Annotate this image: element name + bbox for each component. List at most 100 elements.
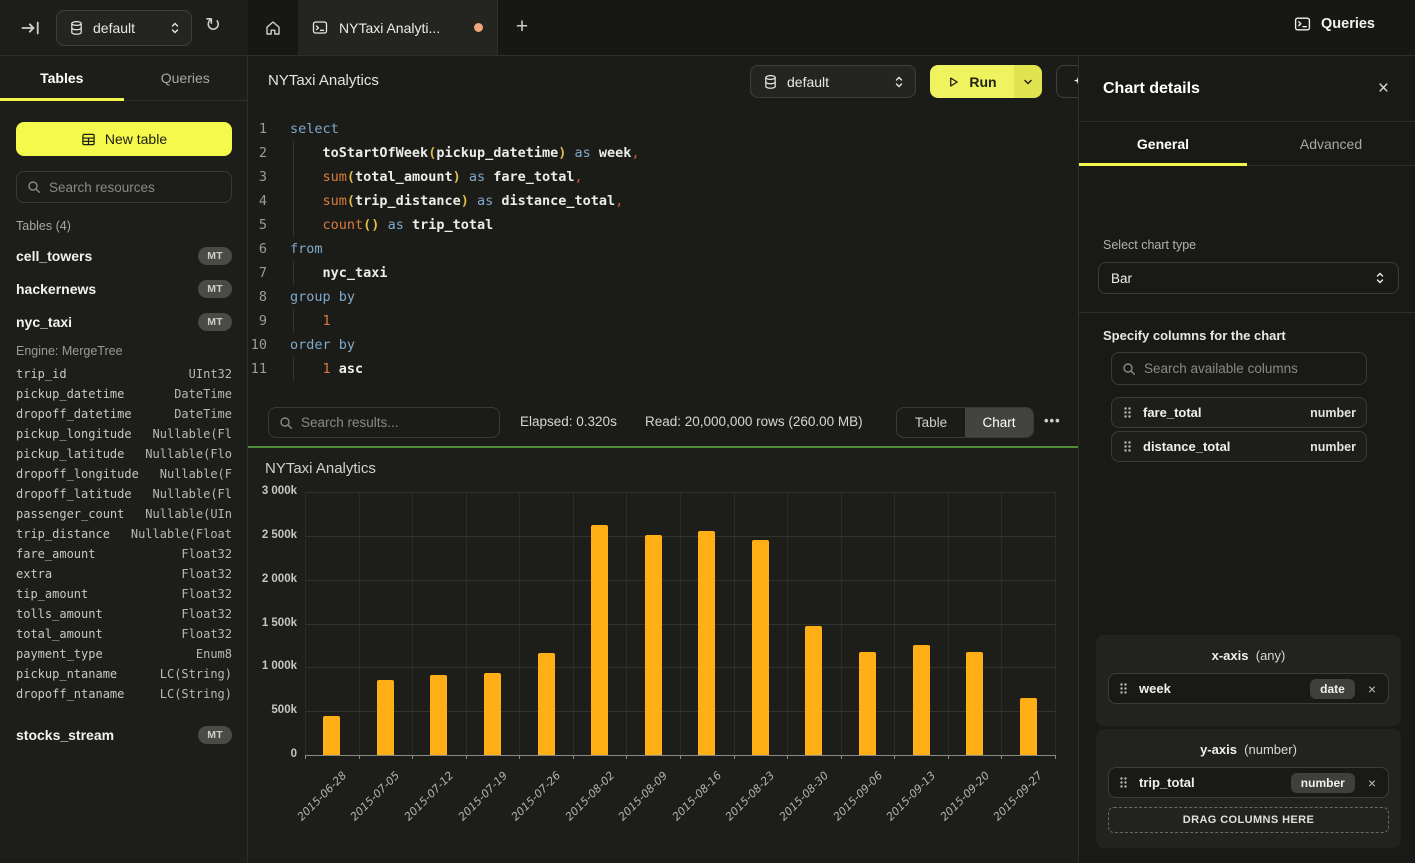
bar-2015-09-13[interactable]: [913, 645, 930, 756]
code-line-8[interactable]: 8group by: [248, 285, 1078, 309]
x-tick-label: 2015-09-20: [937, 769, 991, 823]
bar-2015-09-20[interactable]: [966, 652, 983, 755]
bar-2015-07-05[interactable]: [377, 680, 394, 755]
view-toggle-chart[interactable]: Chart: [965, 408, 1033, 437]
sidebar-search-input[interactable]: [49, 180, 226, 195]
sidebar: Tables Queries New table Tables (4) cell…: [0, 56, 248, 863]
bar-2015-06-28[interactable]: [323, 716, 340, 755]
close-icon[interactable]: ×: [1378, 78, 1389, 100]
new-table-button[interactable]: New table: [16, 122, 232, 156]
more-options-icon[interactable]: •••: [1044, 413, 1061, 428]
code-line-11[interactable]: 11 1 asc: [248, 357, 1078, 381]
code-line-2[interactable]: 2 toStartOfWeek(pickup_datetime) as week…: [248, 141, 1078, 165]
available-column-distance_total[interactable]: distance_totalnumber: [1111, 431, 1367, 462]
remove-icon[interactable]: ×: [1365, 775, 1379, 791]
x-axis-item-week[interactable]: weekdate×: [1108, 673, 1389, 704]
search-icon: [1122, 362, 1136, 376]
code-line-9[interactable]: 9 1: [248, 309, 1078, 333]
column-extra: extraFloat32: [0, 564, 248, 584]
bar-2015-09-27[interactable]: [1020, 698, 1037, 755]
topbar-database-selector[interactable]: default: [56, 10, 192, 46]
sql-editor[interactable]: 1select2 toStartOfWeek(pickup_datetime) …: [248, 106, 1078, 400]
x-tick-label: 2015-07-12: [402, 769, 456, 823]
chart-type-label: Select chart type: [1103, 238, 1196, 252]
x-axis-label: x-axis (any): [1108, 648, 1389, 663]
column-payment_type: payment_typeEnum8: [0, 644, 248, 664]
code-line-1[interactable]: 1select: [248, 117, 1078, 141]
available-columns-list: fare_totalnumberdistance_totalnumber: [1111, 397, 1367, 465]
table-icon: [81, 132, 96, 147]
code-line-3[interactable]: 3 sum(total_amount) as fare_total,: [248, 165, 1078, 189]
results-search[interactable]: [268, 407, 500, 438]
y-axis-box: y-axis (number) trip_totalnumber× DRAG C…: [1096, 729, 1401, 848]
view-toggle-table[interactable]: Table: [897, 408, 965, 437]
engine-badge: MT: [198, 313, 232, 331]
sidebar-tab-tables[interactable]: Tables: [0, 56, 124, 100]
drag-handle-icon[interactable]: [1118, 776, 1129, 789]
table-item-cell_towers[interactable]: cell_towersMT: [0, 239, 248, 272]
bar-2015-08-09[interactable]: [645, 535, 662, 755]
rows-read-stat: Read: 20,000,000 rows (260.00 MB): [645, 414, 863, 429]
details-tabs: General Advanced: [1079, 122, 1415, 166]
refresh-icon[interactable]: ↻: [205, 14, 221, 36]
y-tick-label: 2 000k: [243, 573, 297, 585]
table-item-hackernews[interactable]: hackernewsMT: [0, 272, 248, 305]
bar-2015-07-26[interactable]: [538, 653, 555, 755]
home-button[interactable]: [248, 0, 298, 55]
run-label: Run: [969, 74, 996, 90]
type-badge: number: [1291, 773, 1355, 793]
bar-2015-08-30[interactable]: [805, 626, 822, 755]
drag-handle-icon[interactable]: [1122, 440, 1133, 453]
bar-2015-08-16[interactable]: [698, 531, 715, 755]
run-button[interactable]: Run: [930, 65, 1042, 98]
tab-general[interactable]: General: [1079, 122, 1247, 165]
run-options-caret[interactable]: [1014, 65, 1042, 98]
column-dropoff_latitude: dropoff_latitudeNullable(Fl: [0, 484, 248, 504]
type-badge: date: [1310, 679, 1355, 699]
editor-database-selector[interactable]: default: [750, 65, 916, 98]
y-tick-label: 1 500k: [243, 617, 297, 629]
available-column-fare_total[interactable]: fare_totalnumber: [1111, 397, 1367, 428]
collapse-sidebar-icon[interactable]: [20, 17, 44, 39]
column-tip_amount: tip_amountFloat32: [0, 584, 248, 604]
queries-button[interactable]: Queries: [1294, 16, 1375, 32]
drag-handle-icon[interactable]: [1122, 406, 1133, 419]
sidebar-search[interactable]: [16, 171, 232, 203]
columns-search-input[interactable]: [1144, 361, 1356, 376]
column-pickup_datetime: pickup_datetimeDateTime: [0, 384, 248, 404]
results-search-input[interactable]: [301, 415, 489, 430]
tab-advanced[interactable]: Advanced: [1247, 122, 1415, 165]
code-line-10[interactable]: 10order by: [248, 333, 1078, 357]
bar-2015-08-02[interactable]: [591, 525, 608, 755]
bar-2015-07-12[interactable]: [430, 675, 447, 755]
queries-icon: [1294, 16, 1311, 32]
y-axis-item-trip_total[interactable]: trip_totalnumber×: [1108, 767, 1389, 798]
remove-icon[interactable]: ×: [1365, 681, 1379, 697]
bar-2015-09-06[interactable]: [859, 652, 876, 755]
code-line-7[interactable]: 7 nyc_taxi: [248, 261, 1078, 285]
chart-title: NYTaxi Analytics: [265, 460, 376, 477]
bar-chart: 0500k1 000k1 500k2 000k2 500k3 000k2015-…: [305, 492, 1055, 755]
table-item-stocks_stream[interactable]: stocks_streamMT: [0, 718, 248, 751]
tab-nytaxi-analytics[interactable]: NYTaxi Analyti...: [298, 0, 498, 55]
queries-label: Queries: [1321, 16, 1375, 32]
table-item-nyc_taxi[interactable]: nyc_taxiMT: [0, 305, 248, 338]
chart-type-select[interactable]: Bar: [1098, 262, 1399, 294]
bar-2015-08-23[interactable]: [752, 540, 769, 755]
bar-2015-07-19[interactable]: [484, 673, 501, 755]
drag-columns-drop-zone[interactable]: DRAG COLUMNS HERE: [1108, 807, 1389, 833]
y-tick-label: 0: [243, 748, 297, 760]
database-icon: [69, 20, 84, 36]
columns-search[interactable]: [1111, 352, 1367, 385]
code-line-5[interactable]: 5 count() as trip_total: [248, 213, 1078, 237]
sidebar-tab-queries[interactable]: Queries: [124, 56, 248, 100]
column-dropoff_datetime: dropoff_datetimeDateTime: [0, 404, 248, 424]
details-header: Chart details ×: [1079, 56, 1415, 122]
unsaved-changes-dot: [474, 23, 483, 32]
code-line-4[interactable]: 4 sum(trip_distance) as distance_total,: [248, 189, 1078, 213]
new-tab-button[interactable]: +: [508, 14, 536, 42]
database-icon: [763, 74, 778, 90]
tab-title: NYTaxi Analyti...: [339, 20, 463, 36]
drag-handle-icon[interactable]: [1118, 682, 1129, 695]
code-line-6[interactable]: 6from: [248, 237, 1078, 261]
